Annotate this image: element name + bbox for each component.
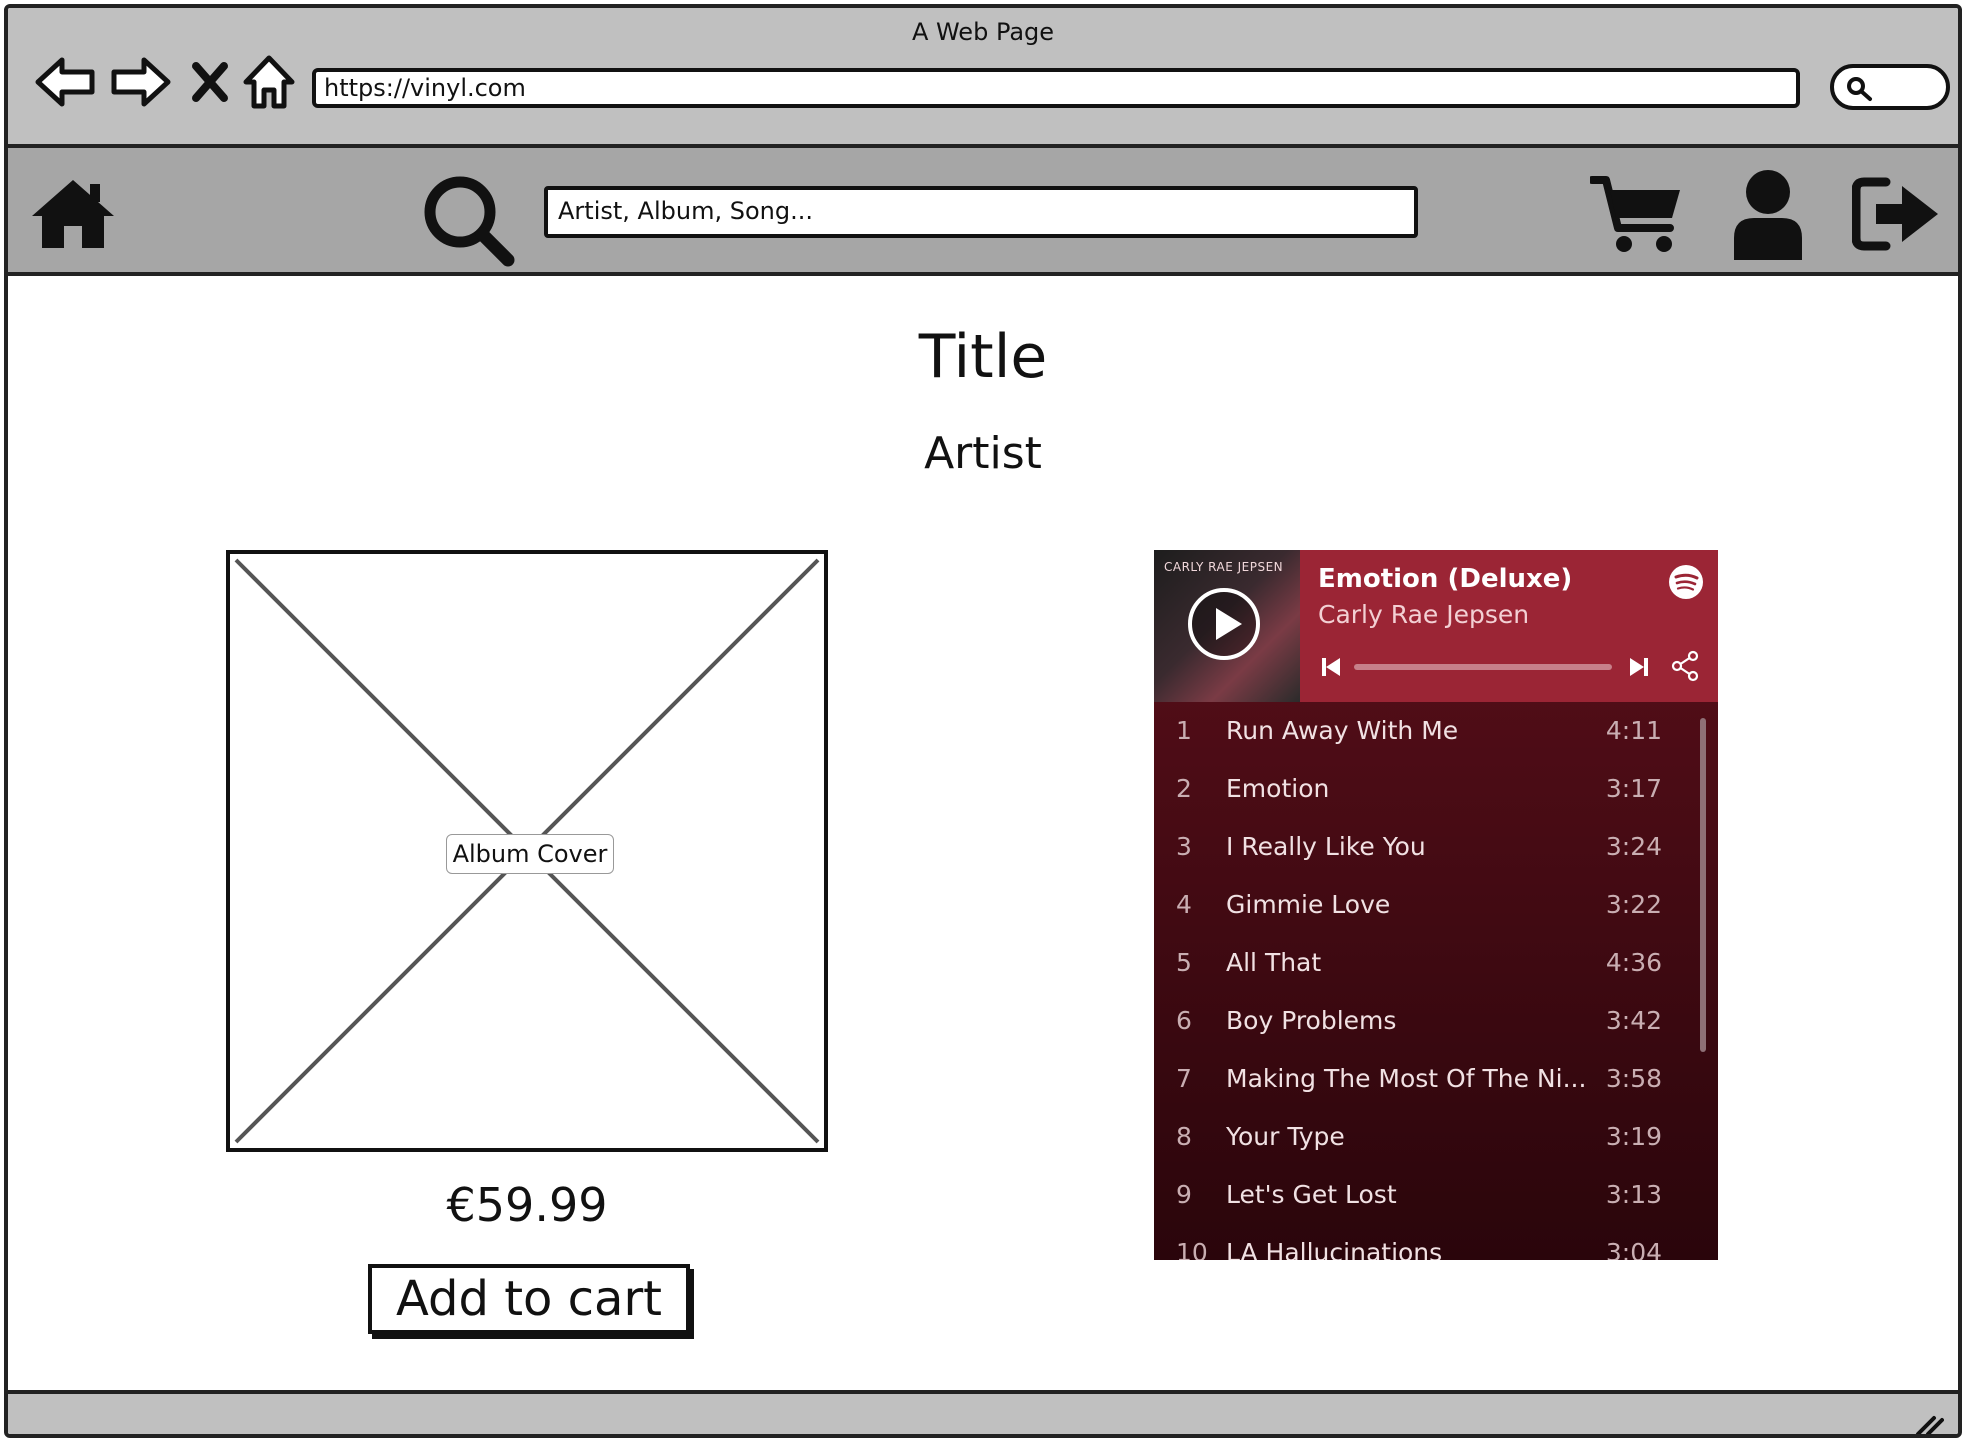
browser-chrome: A Web Page https://vinyl.com <box>8 8 1958 148</box>
stop-x-icon[interactable] <box>188 52 232 112</box>
track-name: Boy Problems <box>1226 1006 1397 1035</box>
add-to-cart-button[interactable]: Add to cart <box>368 1264 690 1334</box>
track-row[interactable]: 6 Boy Problems 3:42 <box>1154 992 1718 1050</box>
track-row[interactable]: 4 Gimmie Love 3:22 <box>1154 876 1718 934</box>
track-name: Run Away With Me <box>1226 716 1459 745</box>
track-number: 7 <box>1176 1064 1192 1093</box>
window-title: A Web Page <box>911 18 1055 46</box>
track-name: All That <box>1226 948 1322 977</box>
track-row[interactable]: 1 Run Away With Me 4:11 <box>1154 702 1718 760</box>
track-name: Emotion <box>1226 774 1330 803</box>
status-bar <box>8 1390 1958 1436</box>
search-icon <box>1847 77 1872 101</box>
album-title: Title <box>918 322 1048 392</box>
track-number: 9 <box>1176 1180 1192 1209</box>
track-number: 5 <box>1176 948 1192 977</box>
track-duration: 3:42 <box>1605 1006 1662 1035</box>
track-row[interactable]: 9 Let's Get Lost 3:13 <box>1154 1166 1718 1224</box>
search-icon[interactable] <box>420 172 516 268</box>
album-art: CARLY RAE JEPSEN <box>1154 550 1300 702</box>
track-name: Gimmie Love <box>1226 890 1391 919</box>
track-duration: 3:04 <box>1605 1238 1662 1260</box>
resize-grip-icon[interactable] <box>1912 1412 1944 1436</box>
track-number: 6 <box>1176 1006 1192 1035</box>
track-row[interactable]: 2 Emotion 3:17 <box>1154 760 1718 818</box>
home-outline-icon[interactable] <box>242 52 296 112</box>
track-duration: 4:36 <box>1605 948 1662 977</box>
logout-icon[interactable] <box>1851 176 1942 252</box>
price: €59.99 <box>446 1178 608 1232</box>
album-artist: Artist <box>924 428 1042 479</box>
user-icon[interactable] <box>1730 168 1806 260</box>
track-row[interactable]: 7 Making The Most Of The Ni... 3:58 <box>1154 1050 1718 1108</box>
cart-icon[interactable] <box>1588 174 1684 256</box>
track-number: 10 <box>1176 1238 1208 1260</box>
share-icon[interactable] <box>1670 650 1700 682</box>
player-header: CARLY RAE JEPSEN Emotion (Deluxe) Carly … <box>1154 550 1718 702</box>
track-name: I Really Like You <box>1226 832 1426 861</box>
home-icon[interactable] <box>28 176 118 252</box>
track-number: 4 <box>1176 890 1192 919</box>
track-duration: 3:19 <box>1605 1122 1662 1151</box>
track-name: Your Type <box>1226 1122 1345 1151</box>
track-row[interactable]: 10 LA Hallucinations 3:04 <box>1154 1224 1718 1260</box>
track-name: Let's Get Lost <box>1226 1180 1397 1209</box>
site-nav-bar: Artist, Album, Song... <box>8 148 1958 276</box>
url-bar[interactable]: https://vinyl.com <box>312 68 1800 108</box>
spotify-logo-icon[interactable] <box>1668 564 1704 600</box>
track-number: 3 <box>1176 832 1192 861</box>
browser-window: A Web Page https://vinyl.com Artist, Alb… <box>4 4 1962 1438</box>
track-number: 1 <box>1176 716 1192 745</box>
track-row[interactable]: 5 All That 4:36 <box>1154 934 1718 992</box>
album-cover-placeholder: Album Cover <box>226 550 828 1152</box>
track-duration: 4:11 <box>1605 716 1662 745</box>
track-duration: 3:22 <box>1605 890 1662 919</box>
track-duration: 3:24 <box>1605 832 1662 861</box>
progress-bar[interactable] <box>1354 664 1612 670</box>
track-row[interactable]: 3 I Really Like You 3:24 <box>1154 818 1718 876</box>
track-duration: 3:58 <box>1605 1064 1662 1093</box>
back-arrow-icon[interactable] <box>34 52 98 112</box>
track-number: 8 <box>1176 1122 1192 1151</box>
player-artist-name[interactable]: Carly Rae Jepsen <box>1318 600 1529 629</box>
track-name: LA Hallucinations <box>1226 1238 1443 1260</box>
album-art-text: CARLY RAE JEPSEN <box>1164 560 1284 574</box>
search-input[interactable]: Artist, Album, Song... <box>544 186 1418 238</box>
track-name: Making The Most Of The Ni... <box>1226 1064 1587 1093</box>
browser-search-field[interactable] <box>1830 64 1950 110</box>
play-icon[interactable] <box>1186 586 1262 662</box>
track-duration: 3:17 <box>1605 774 1662 803</box>
track-number: 2 <box>1176 774 1192 803</box>
previous-track-icon[interactable] <box>1320 656 1342 678</box>
track-list-scrollbar[interactable] <box>1700 718 1706 1052</box>
track-duration: 3:13 <box>1605 1180 1662 1209</box>
next-track-icon[interactable] <box>1628 656 1650 678</box>
album-cover-label: Album Cover <box>446 834 614 874</box>
forward-arrow-icon[interactable] <box>108 52 172 112</box>
player-album-name[interactable]: Emotion (Deluxe) <box>1318 564 1572 594</box>
spotify-player: CARLY RAE JEPSEN Emotion (Deluxe) Carly … <box>1154 550 1718 1260</box>
track-row[interactable]: 8 Your Type 3:19 <box>1154 1108 1718 1166</box>
